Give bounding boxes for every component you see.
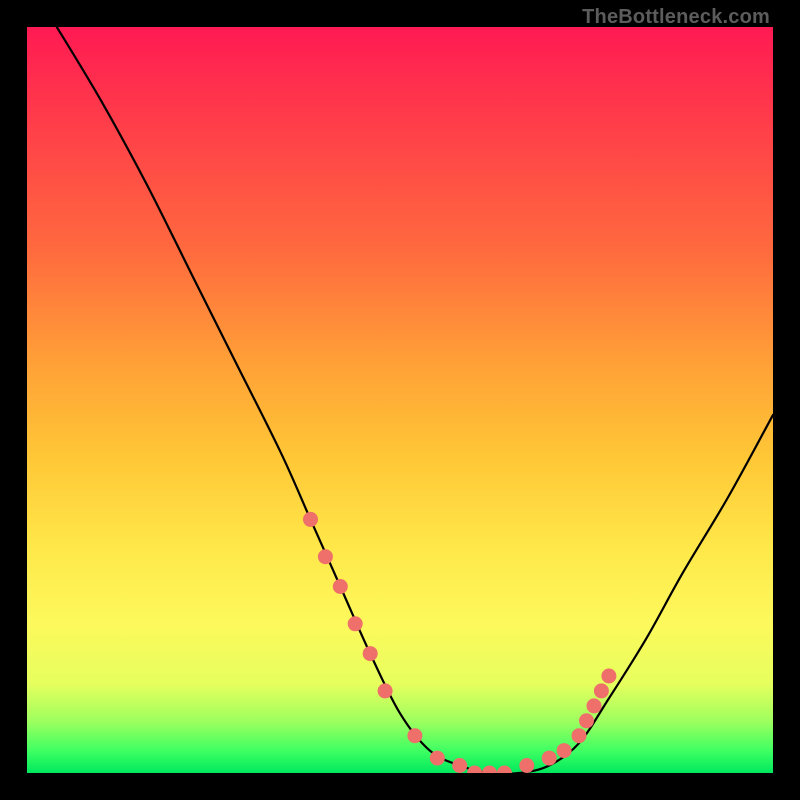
highlight-dots-group [303,512,616,773]
chart-frame: TheBottleneck.com [0,0,800,800]
highlight-dot [587,698,602,713]
attribution-text: TheBottleneck.com [582,6,770,29]
highlight-dot [467,766,482,774]
highlight-dot [579,713,594,728]
highlight-dot [407,728,422,743]
highlight-dot [348,616,363,631]
bottleneck-curve-line [57,27,773,773]
highlight-dot [430,751,445,766]
highlight-dot [542,751,557,766]
highlight-dot [378,683,393,698]
highlight-dot [363,646,378,661]
highlight-dot [318,549,333,564]
highlight-dot [497,766,512,774]
highlight-dot [594,683,609,698]
highlight-dot [452,758,467,773]
highlight-dot [557,743,572,758]
highlight-dot [482,766,497,774]
highlight-dot [572,728,587,743]
plot-area [27,27,773,773]
highlight-dot [601,669,616,684]
highlight-dot [333,579,348,594]
curve-svg [27,27,773,773]
highlight-dot [519,758,534,773]
highlight-dot [303,512,318,527]
